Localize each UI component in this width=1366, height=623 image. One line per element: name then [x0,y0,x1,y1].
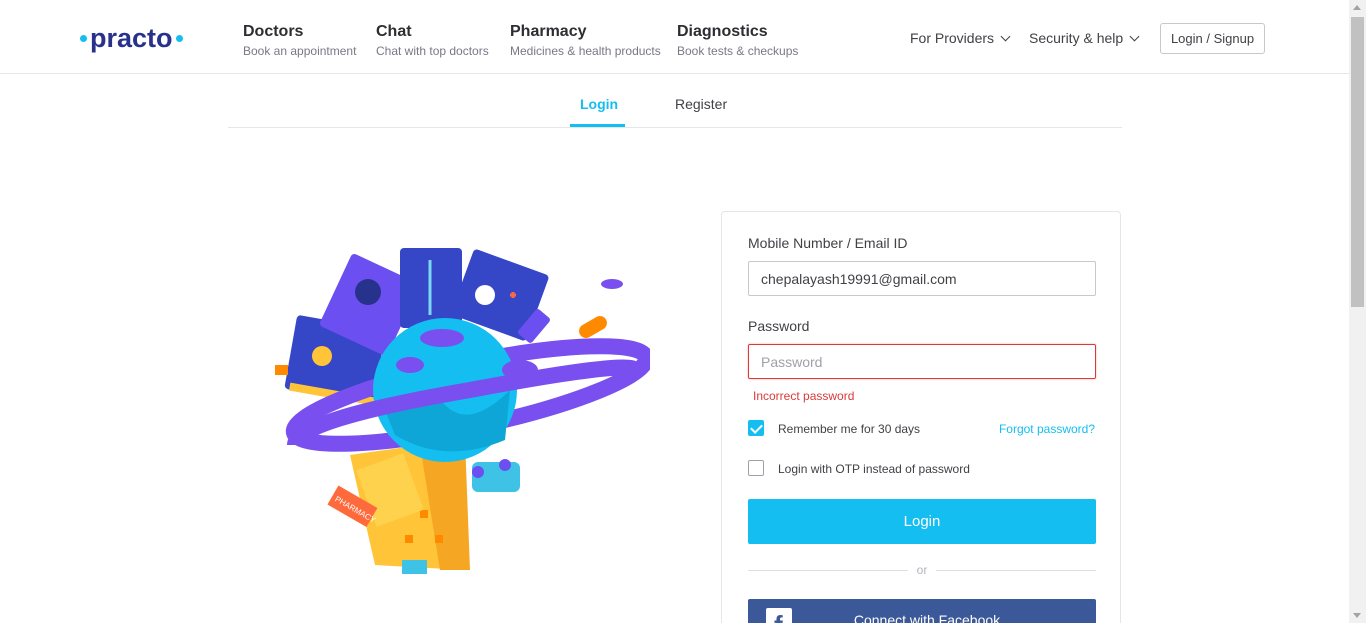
nav-doctors[interactable]: Doctors Book an appointment [243,22,356,58]
nav-diagnostics[interactable]: Diagnostics Book tests & checkups [677,22,798,58]
nav-diagnostics-subtitle: Book tests & checkups [677,44,799,58]
login-submit-button[interactable]: Login [748,499,1096,544]
nav-chat-subtitle: Chat with top doctors [376,44,489,58]
scroll-down-arrow-icon[interactable] [1353,613,1361,618]
password-error-message: Incorrect password [753,389,855,403]
remember-me-checkbox[interactable] [748,420,764,436]
facebook-connect-button[interactable]: f Connect with Facebook [748,599,1096,623]
security-help-label: Security & help [1029,30,1124,46]
logo-text: practo [90,23,173,53]
remember-me-label: Remember me for 30 days [778,422,921,436]
tab-login[interactable]: Login [580,96,618,112]
chevron-down-icon [1129,31,1140,41]
nav-pharmacy-title: Pharmacy [510,23,587,40]
or-divider: or [748,563,1096,577]
nav-pharmacy[interactable]: Pharmacy Medicines & health products [510,22,661,58]
scrollbar-thumb[interactable] [1351,17,1364,307]
divider-line-right [936,570,1096,571]
password-label: Password [748,318,810,334]
health-planet-illustration: PHARMACY [270,240,655,585]
for-providers-dropdown[interactable]: For Providers [910,30,1011,46]
for-providers-label: For Providers [910,30,995,46]
password-field[interactable] [748,344,1096,379]
logo-dot-right [175,34,183,42]
otp-login-checkbox[interactable] [748,460,764,476]
security-help-dropdown[interactable]: Security & help [1029,30,1140,46]
nav-pharmacy-subtitle: Medicines & health products [510,44,661,58]
auth-tabs: Login Register [228,74,1122,128]
nav-chat-title: Chat [376,23,412,40]
facebook-connect-label: Connect with Facebook [853,612,1001,623]
active-tab-indicator [570,124,625,127]
forgot-password-link[interactable]: Forgot password? [999,422,1095,436]
nav-doctors-title: Doctors [243,23,304,40]
email-label: Mobile Number / Email ID [748,235,908,251]
top-header: practo Doctors Book an appointment Chat … [0,0,1349,74]
page-scrollbar[interactable] [1349,0,1366,623]
login-form-card: Mobile Number / Email ID Password Incorr… [721,211,1121,623]
nav-diagnostics-title: Diagnostics [677,23,768,40]
planet-illustration-svg: PHARMACY [275,248,655,574]
nav-doctors-subtitle: Book an appointment [243,44,357,58]
nav-chat[interactable]: Chat Chat with top doctors [376,22,489,58]
email-field[interactable] [748,261,1096,296]
scroll-up-arrow-icon[interactable] [1353,5,1361,10]
otp-login-label: Login with OTP instead of password [778,462,970,476]
practo-logo[interactable]: practo [80,22,183,54]
logo-dot-left [80,34,87,42]
login-signup-button[interactable]: Login / Signup [1160,23,1265,54]
tab-register[interactable]: Register [675,96,727,112]
chevron-down-icon [1000,31,1011,41]
